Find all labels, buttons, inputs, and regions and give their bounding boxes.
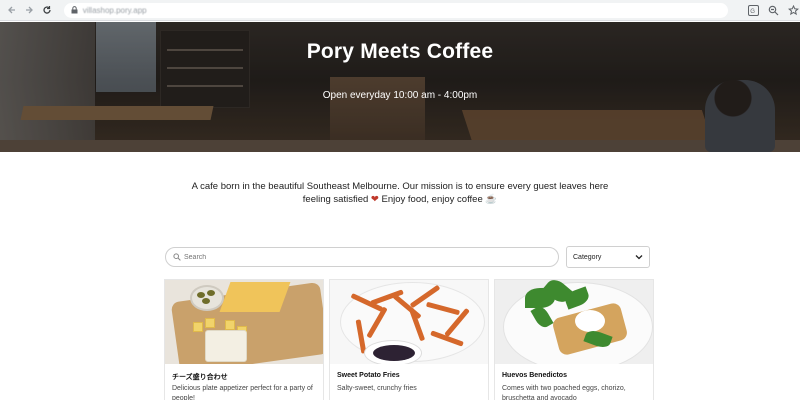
arrow-left-icon xyxy=(7,6,15,14)
lock-icon xyxy=(70,6,79,15)
zoom-button[interactable] xyxy=(766,3,780,17)
browser-toolbar: villashop.pory.app G xyxy=(0,0,800,21)
bookmark-button[interactable] xyxy=(786,3,800,17)
address-bar[interactable]: villashop.pory.app xyxy=(63,2,728,18)
menu-item-image xyxy=(495,280,653,364)
menu-item-description: Comes with two poached eggs, chorizo, br… xyxy=(502,385,626,400)
search-box[interactable] xyxy=(165,247,559,267)
svg-text:G: G xyxy=(750,9,755,15)
menu-card[interactable]: Sweet Potato Fries Salty-sweet, crunchy … xyxy=(329,279,489,400)
reload-icon xyxy=(43,6,51,14)
url-text: villashop.pory.app xyxy=(82,5,147,15)
hero-banner: Pory Meets Coffee Open everyday 10:00 am… xyxy=(0,22,800,152)
reload-button[interactable] xyxy=(38,1,56,19)
page-title: Pory Meets Coffee xyxy=(306,40,494,63)
star-icon xyxy=(787,4,799,15)
search-icon xyxy=(173,253,181,261)
category-selected-value: Category xyxy=(573,253,602,261)
mission-tail: Enjoy food, enjoy coffee ☕ xyxy=(378,194,498,205)
forward-button[interactable] xyxy=(21,1,39,19)
menu-item-name: チーズ盛り合わせ xyxy=(172,374,228,381)
back-button[interactable] xyxy=(3,1,21,19)
menu-item-description: Salty-sweet, crunchy fries xyxy=(337,385,417,392)
menu-card[interactable]: Huevos Benedictos Comes with two poached… xyxy=(494,279,654,400)
menu-card[interactable]: チーズ盛り合わせ Delicious plate appetizer perfe… xyxy=(164,279,324,400)
translate-icon: G xyxy=(747,4,759,16)
chevron-down-icon xyxy=(635,253,643,262)
search-input[interactable] xyxy=(184,253,544,261)
category-select[interactable]: Category xyxy=(566,246,650,268)
menu-item-name: Huevos Benedictos xyxy=(502,372,567,379)
menu-item-description: Delicious plate appetizer perfect for a … xyxy=(172,385,313,400)
arrow-right-icon xyxy=(26,6,34,14)
zoom-icon xyxy=(768,5,778,15)
opening-hours: Open everyday 10:00 am - 4:00pm xyxy=(322,90,478,101)
mission-statement: A cafe born in the beautiful Southeast M… xyxy=(180,180,620,206)
menu-item-name: Sweet Potato Fries xyxy=(337,372,400,379)
menu-item-image xyxy=(165,280,323,364)
menu-item-image xyxy=(330,280,488,364)
translate-button[interactable]: G xyxy=(746,3,760,17)
heart-icon: ❤ xyxy=(370,194,379,205)
